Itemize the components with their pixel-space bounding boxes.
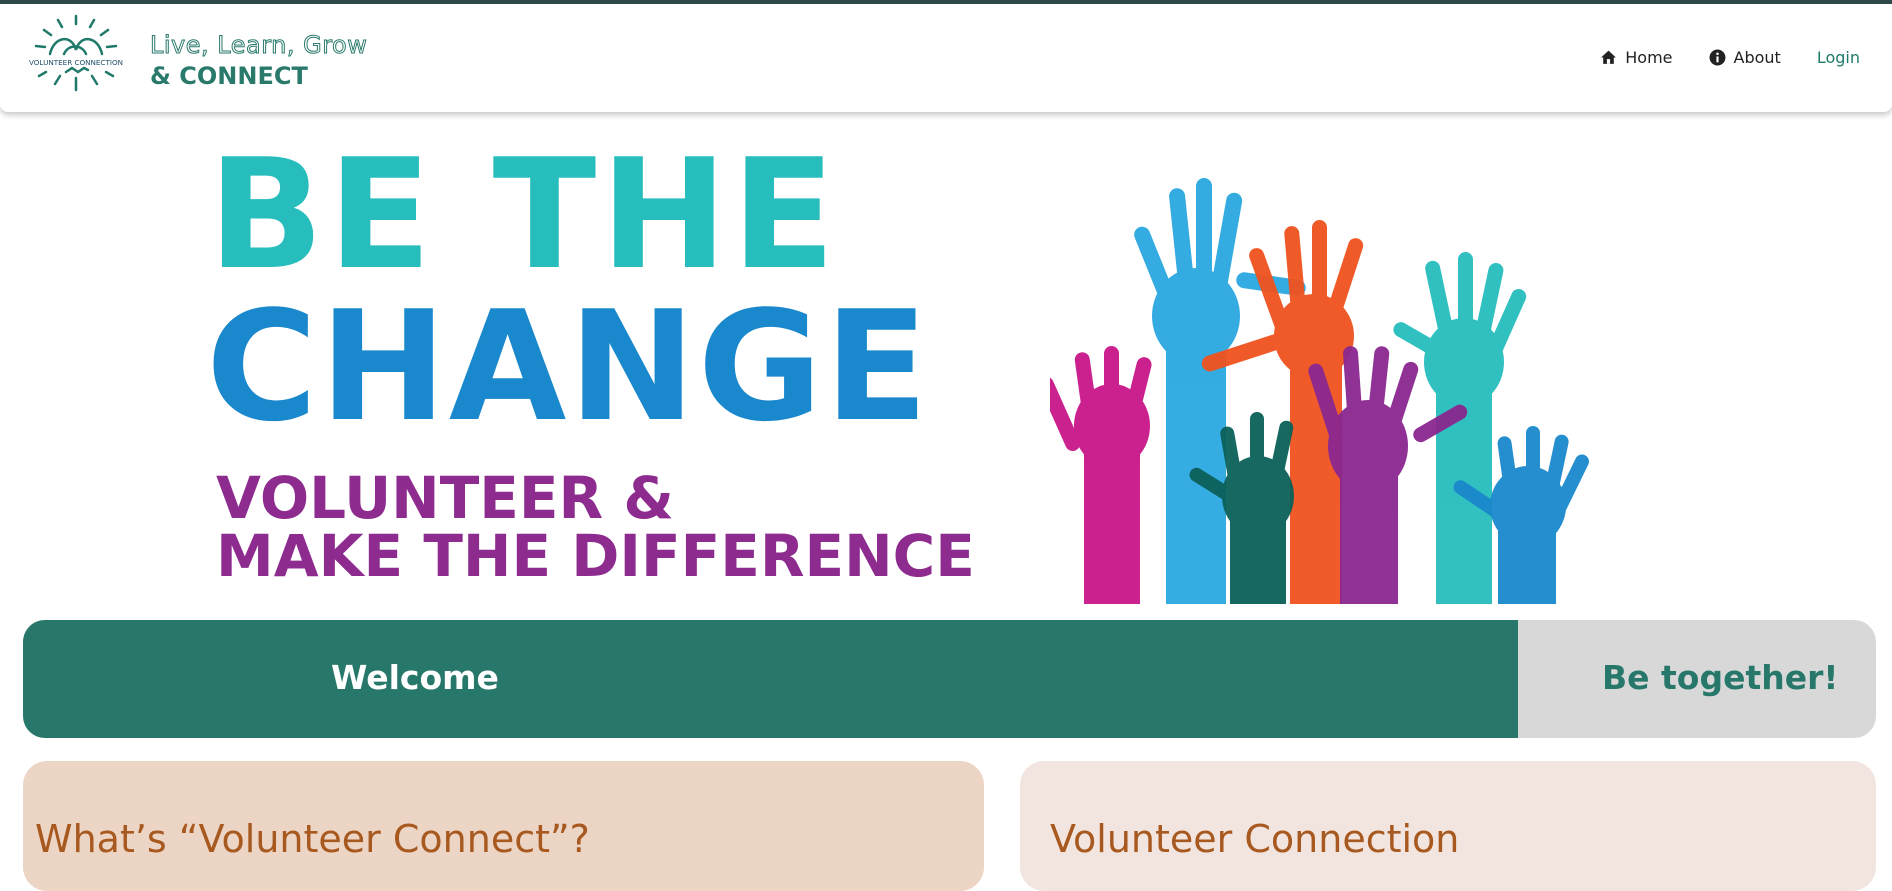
what-is-card: What’s “Volunteer Connect”? bbox=[23, 761, 984, 891]
nav-about-link[interactable]: About bbox=[1709, 48, 1781, 67]
nav-about-label: About bbox=[1733, 48, 1781, 67]
hero-line-be-the: BE THE bbox=[208, 126, 840, 303]
volunteer-connection-card-title: Volunteer Connection bbox=[1050, 817, 1460, 861]
nav-home-link[interactable]: Home bbox=[1600, 48, 1673, 67]
welcome-heading: Welcome bbox=[331, 658, 499, 697]
hero-line-make-difference: MAKE THE DIFFERENCE bbox=[216, 522, 975, 590]
tagline-line2: & CONNECT bbox=[150, 62, 308, 90]
svg-text:VOLUNTEER CONNECTION: VOLUNTEER CONNECTION bbox=[29, 58, 123, 67]
welcome-banner: Welcome Be together! bbox=[23, 620, 1876, 738]
hero-banner-image: BE THE CHANGE VOLUNTEER & MAKE THE DIFFE… bbox=[200, 139, 1620, 604]
hero-line-change: CHANGE bbox=[206, 278, 931, 455]
welcome-panel bbox=[23, 620, 1518, 738]
nav-login-link[interactable]: Login bbox=[1817, 48, 1860, 67]
hero-line-volunteer: VOLUNTEER & bbox=[216, 464, 674, 532]
site-header: VOLUNTEER CONNECTION Live, Learn, Grow &… bbox=[0, 4, 1892, 112]
be-together-heading: Be together! bbox=[1602, 658, 1839, 697]
tagline: Live, Learn, Grow & CONNECT bbox=[149, 30, 368, 92]
nav-home-label: Home bbox=[1625, 48, 1673, 67]
home-icon bbox=[1601, 50, 1617, 64]
info-icon bbox=[1709, 49, 1725, 66]
nav-login-label: Login bbox=[1816, 48, 1860, 67]
tagline-line1: Live, Learn, Grow bbox=[149, 31, 368, 60]
volunteer-connection-card: Volunteer Connection bbox=[1020, 761, 1876, 891]
volunteer-connection-logo[interactable]: VOLUNTEER CONNECTION bbox=[20, 10, 132, 106]
main-nav: Home About Login bbox=[1600, 48, 1860, 67]
what-is-card-title: What’s “Volunteer Connect”? bbox=[35, 817, 590, 861]
raised-hands-illustration bbox=[1050, 178, 1589, 604]
